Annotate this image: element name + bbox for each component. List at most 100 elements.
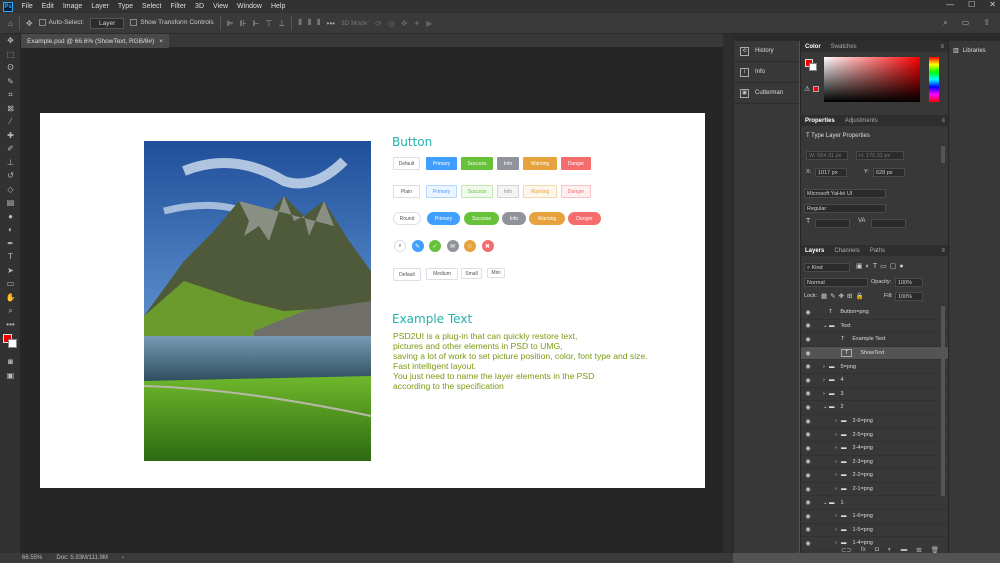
layer-row[interactable]: ◉ T ShowText: [801, 346, 949, 361]
home-icon[interactable]: ⌂: [8, 19, 13, 28]
button-size-mini[interactable]: Mini: [487, 268, 505, 278]
eraser-tool-icon[interactable]: ◇: [0, 183, 21, 197]
lasso-tool-icon[interactable]: ʘ: [0, 61, 21, 75]
circle-button-star-icon[interactable]: ☆: [464, 240, 476, 252]
new-group-icon[interactable]: ▬: [901, 546, 908, 553]
status-arrow-icon[interactable]: ›: [122, 555, 124, 561]
color-field[interactable]: [824, 57, 920, 102]
layer-row[interactable]: ◉ › ▬ 5=png: [801, 360, 949, 374]
height-field[interactable]: H: 170.31 px: [856, 151, 904, 160]
circle-button-edit-icon[interactable]: ✎: [411, 240, 424, 252]
transform-controls-checkbox[interactable]: Show Transform Controls: [130, 19, 214, 27]
width-field[interactable]: W: 664.31 px: [806, 151, 848, 160]
tab-channels[interactable]: Channels: [834, 248, 859, 254]
menu-edit[interactable]: Edit: [37, 3, 58, 10]
eye-icon[interactable]: ◉: [801, 336, 815, 343]
3d-camera-icon[interactable]: ▶: [426, 19, 432, 28]
auto-select-checkbox[interactable]: Auto-Select:: [38, 19, 84, 27]
menu-layer[interactable]: Layer: [87, 3, 114, 10]
eye-icon[interactable]: ◉: [801, 526, 815, 533]
shape-tool-icon[interactable]: ▭: [0, 277, 21, 291]
button-plain-warning[interactable]: Warning: [523, 185, 557, 198]
gamut-warning-icon[interactable]: ⚠: [804, 85, 810, 93]
eye-icon[interactable]: ◉: [801, 363, 815, 370]
button-size-default[interactable]: Default: [393, 268, 421, 281]
circle-button-search-icon[interactable]: ⌕: [394, 240, 406, 252]
button-info[interactable]: Info: [497, 157, 519, 170]
circle-button-check-icon[interactable]: ✓: [429, 240, 441, 252]
align-middle-icon[interactable]: ⊥: [278, 19, 285, 28]
circle-button-delete-icon[interactable]: ✖: [481, 240, 494, 252]
layer-row[interactable]: ◉ › ▬ 1-5=png: [801, 524, 949, 538]
layer-row[interactable]: ◉ › ▬ 1-6=png: [801, 510, 949, 524]
align-left-icon[interactable]: ⊫: [227, 19, 234, 28]
layer-row[interactable]: ◉ › ▬ 3: [801, 388, 949, 402]
eye-icon[interactable]: ◉: [801, 486, 815, 493]
button-plain-primary[interactable]: Primary: [426, 185, 457, 198]
layer-filter-icons[interactable]: ▣◐T▭▢●: [856, 262, 907, 270]
artboard[interactable]: [40, 113, 705, 488]
gamut-color-swatch[interactable]: [813, 86, 819, 92]
3d-roll-icon[interactable]: ◎: [388, 19, 395, 28]
eye-icon[interactable]: ◉: [801, 350, 815, 357]
eye-icon[interactable]: ◉: [801, 458, 815, 465]
menu-help[interactable]: Help: [266, 3, 289, 10]
eye-icon[interactable]: ◉: [801, 513, 815, 520]
add-mask-icon[interactable]: ◘: [875, 546, 879, 553]
blur-tool-icon[interactable]: ●: [0, 210, 21, 224]
circle-button-message-icon[interactable]: ✉: [446, 240, 459, 252]
align-top-icon[interactable]: ⊤: [265, 19, 272, 28]
menu-image[interactable]: Image: [58, 3, 86, 10]
layer-filter-select[interactable]: ⌕ Kind: [804, 263, 850, 272]
more-tools-icon[interactable]: •••: [0, 318, 21, 332]
type-tool-icon[interactable]: T: [0, 250, 21, 264]
move-tool-icon[interactable]: ✥: [0, 34, 21, 48]
button-plain-success[interactable]: Success: [461, 185, 493, 198]
layer-row[interactable]: ◉ › ▬ 2-2=png: [801, 469, 949, 483]
hand-tool-icon[interactable]: ✋: [0, 291, 21, 305]
more-icon[interactable]: •••: [327, 19, 335, 28]
eye-icon[interactable]: ◉: [801, 309, 815, 316]
button-danger[interactable]: Danger: [561, 157, 591, 170]
properties-scrollbar[interactable]: [941, 146, 945, 163]
crop-tool-icon[interactable]: ⌗: [0, 88, 21, 102]
marquee-tool-icon[interactable]: ⬚: [0, 48, 21, 62]
cutterman-panel-button[interactable]: ▣ Cutterman: [734, 83, 799, 104]
button-round-success[interactable]: Success: [464, 212, 499, 225]
color-swatches-icon[interactable]: [0, 331, 21, 355]
tab-paths[interactable]: Paths: [870, 248, 885, 254]
share-icon[interactable]: ⇪: [983, 18, 990, 28]
font-size-field[interactable]: [815, 219, 850, 228]
history-panel-button[interactable]: ⟲ History: [734, 41, 799, 62]
blend-mode-select[interactable]: Normal: [804, 278, 868, 287]
lock-icons[interactable]: ▦✎✥⊞🔒: [821, 292, 867, 300]
adjustment-layer-icon[interactable]: ◐: [888, 546, 892, 553]
3d-drag-icon[interactable]: ✥: [401, 19, 408, 28]
eyedropper-tool-icon[interactable]: ⁄: [0, 115, 21, 129]
eye-icon[interactable]: ◉: [801, 322, 815, 329]
button-round-warning[interactable]: Warning: [529, 212, 565, 225]
fg-bg-swatches[interactable]: [805, 59, 817, 71]
align-right-icon[interactable]: ⊩: [253, 19, 260, 28]
screen-mode-icon[interactable]: ▣: [0, 369, 21, 383]
menu-file[interactable]: File: [17, 3, 37, 10]
layer-row[interactable]: ◉ › ▬ 2-5=png: [801, 428, 949, 442]
quick-select-tool-icon[interactable]: ✎: [0, 75, 21, 89]
eye-icon[interactable]: ◉: [801, 445, 815, 452]
layer-row[interactable]: ◉ › ▬ 2-3=png: [801, 456, 949, 470]
tab-swatches[interactable]: Swatches: [831, 44, 857, 50]
dodge-tool-icon[interactable]: ◐: [0, 223, 21, 237]
history-brush-icon[interactable]: ↺: [0, 169, 21, 183]
tab-color[interactable]: Color: [805, 44, 821, 50]
close-icon[interactable]: ✕: [989, 0, 996, 9]
menu-select[interactable]: Select: [138, 3, 166, 10]
3d-rotate-icon[interactable]: ⟳: [375, 19, 382, 28]
layer-row[interactable]: ◉ ⌄ ▬ Text: [801, 320, 949, 334]
move-tool-icon[interactable]: ✥: [26, 19, 33, 28]
tab-properties[interactable]: Properties: [805, 118, 835, 124]
button-round-info[interactable]: Info: [502, 212, 526, 225]
fx-icon[interactable]: fx: [861, 546, 866, 553]
maximize-icon[interactable]: ☐: [968, 0, 975, 9]
menu-view[interactable]: View: [209, 3, 233, 10]
distribute-icon[interactable]: ⫴: [317, 18, 320, 28]
